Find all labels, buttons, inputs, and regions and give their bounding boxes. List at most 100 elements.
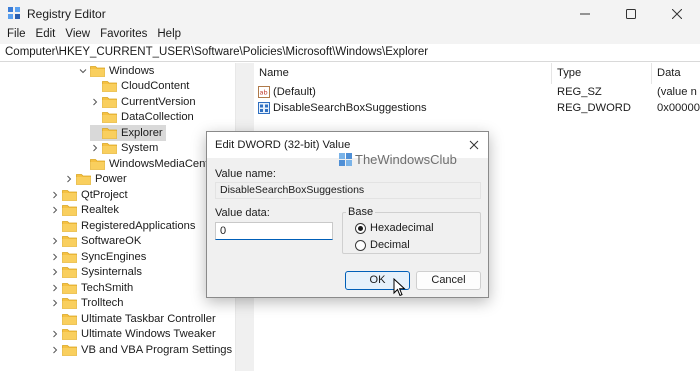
folder-icon: [90, 65, 105, 77]
tree-item[interactable]: Windows: [78, 63, 157, 79]
menu-view[interactable]: View: [60, 27, 95, 44]
base-label: Base: [346, 206, 376, 218]
tree-item-label: VB and VBA Program Settings: [81, 343, 233, 356]
folder-icon: [62, 297, 77, 310]
tree-item[interactable]: SyncEngines: [50, 249, 149, 265]
tree-item-label: System: [121, 142, 159, 155]
tree-item[interactable]: SoftwareOK: [50, 234, 144, 250]
tree-item[interactable]: CloudContent: [90, 79, 192, 95]
chevron-right-icon[interactable]: [50, 236, 60, 246]
tree-item-label: WindowsMediaCenter: [109, 157, 219, 170]
value-data: (value n: [657, 86, 697, 98]
value-name-cell: ab (Default): [258, 84, 548, 100]
maximize-button[interactable]: [608, 0, 654, 27]
value-type: REG_SZ: [557, 86, 602, 98]
column-header-name[interactable]: Name: [254, 63, 552, 84]
chevron-right-icon[interactable]: [50, 345, 60, 355]
tree-item[interactable]: VB and VBA Program Settings: [50, 342, 235, 358]
tree-item[interactable]: QtProject: [50, 187, 131, 203]
folder-icon: [102, 80, 117, 93]
value-row[interactable]: ab (Default) REG_SZ (value n: [254, 84, 700, 100]
folder-icon: [62, 235, 77, 248]
tree-item[interactable]: CurrentVersion: [90, 94, 199, 110]
minimize-button[interactable]: [562, 0, 608, 27]
tree-item[interactable]: WindowsMediaCenter: [78, 156, 221, 172]
address-path: Computer\HKEY_CURRENT_USER\Software\Poli…: [5, 46, 429, 58]
value-type: REG_DWORD: [557, 102, 631, 114]
tree-item-label: Ultimate Windows Tweaker: [81, 328, 216, 341]
tree-item[interactable]: DataCollection: [90, 110, 197, 126]
chevron-right-icon[interactable]: [90, 143, 100, 153]
tree-item[interactable]: Explorer: [90, 125, 166, 141]
dialog-title: Edit DWORD (32-bit) Value: [215, 139, 351, 151]
tree-item[interactable]: TechSmith: [50, 280, 136, 296]
tree-item-label: DataCollection: [121, 111, 194, 124]
tree-item[interactable]: Trolltech: [50, 296, 126, 312]
radio-selected-indicator: [355, 222, 366, 234]
tree-item[interactable]: System: [90, 141, 161, 157]
tree-item-label: CurrentVersion: [121, 95, 196, 108]
tree-item-label: Trolltech: [81, 297, 124, 310]
value-name-field: DisableSearchBoxSuggestions: [215, 182, 481, 199]
menu-file[interactable]: File: [0, 27, 31, 44]
value-name: DisableSearchBoxSuggestions: [273, 102, 427, 114]
column-header-type[interactable]: Type: [552, 63, 652, 84]
tree-item[interactable]: Ultimate Taskbar Controller: [50, 311, 219, 327]
radio-decimal[interactable]: Decimal: [355, 239, 410, 251]
folder-icon: [62, 313, 77, 325]
address-bar[interactable]: Computer\HKEY_CURRENT_USER\Software\Poli…: [0, 44, 700, 62]
chevron-right-icon[interactable]: [50, 267, 60, 277]
chevron-right-icon[interactable]: [90, 97, 100, 107]
chevron-right-icon[interactable]: [50, 205, 60, 215]
value-name: (Default): [273, 86, 316, 98]
folder-icon: [62, 220, 77, 232]
chevron-right-icon[interactable]: [50, 190, 60, 200]
tree-item-label: Ultimate Taskbar Controller: [81, 312, 216, 325]
chevron-right-icon[interactable]: [50, 329, 60, 339]
chevron-down-icon[interactable]: [78, 66, 88, 76]
menu-help[interactable]: Help: [152, 27, 186, 44]
tree-item-label: SyncEngines: [81, 250, 147, 263]
window-title: Registry Editor: [27, 7, 106, 21]
string-value-icon: ab: [258, 86, 270, 99]
value-name-cell: DisableSearchBoxSuggestions: [258, 100, 548, 116]
cancel-button[interactable]: Cancel: [416, 271, 481, 290]
tree-item[interactable]: Realtek: [50, 203, 122, 219]
value-data-input[interactable]: 0: [215, 222, 333, 240]
folder-icon: [62, 204, 77, 217]
folder-icon: [62, 189, 77, 201]
menu-edit[interactable]: Edit: [31, 27, 61, 44]
tree-item-label: CloudContent: [121, 80, 190, 93]
watermark: TheWindowsClub: [339, 152, 457, 167]
folder-icon: [102, 127, 117, 139]
close-button[interactable]: [654, 0, 700, 27]
svg-text:ab: ab: [260, 89, 268, 97]
menu-favorites[interactable]: Favorites: [95, 27, 152, 44]
mouse-cursor-icon: [393, 278, 406, 297]
chevron-right-icon[interactable]: [50, 252, 60, 262]
value-data-label: Value data:: [215, 207, 270, 219]
column-header-data[interactable]: Data: [652, 63, 700, 84]
chevron-right-icon[interactable]: [50, 283, 60, 293]
tree-item-label: Explorer: [121, 126, 163, 139]
tree-item-label: Sysinternals: [81, 266, 142, 279]
chevron-right-icon[interactable]: [50, 298, 60, 308]
chevron-right-icon[interactable]: [64, 174, 74, 184]
value-row[interactable]: DisableSearchBoxSuggestions REG_DWORD 0x…: [254, 100, 700, 116]
watermark-text: TheWindowsClub: [355, 152, 457, 167]
folder-icon: [102, 96, 117, 108]
radio-hexadecimal[interactable]: Hexadecimal: [355, 222, 434, 234]
tree-item[interactable]: RegisteredApplications: [50, 218, 198, 234]
title-bar: Registry Editor: [0, 0, 700, 27]
tree-item-label: TechSmith: [81, 281, 134, 294]
close-icon: [672, 8, 682, 19]
close-icon[interactable]: [466, 137, 482, 153]
tree-item[interactable]: Ultimate Windows Tweaker: [50, 327, 219, 343]
tree-item[interactable]: Power: [64, 172, 130, 188]
tree-item[interactable]: Sysinternals: [50, 265, 145, 281]
